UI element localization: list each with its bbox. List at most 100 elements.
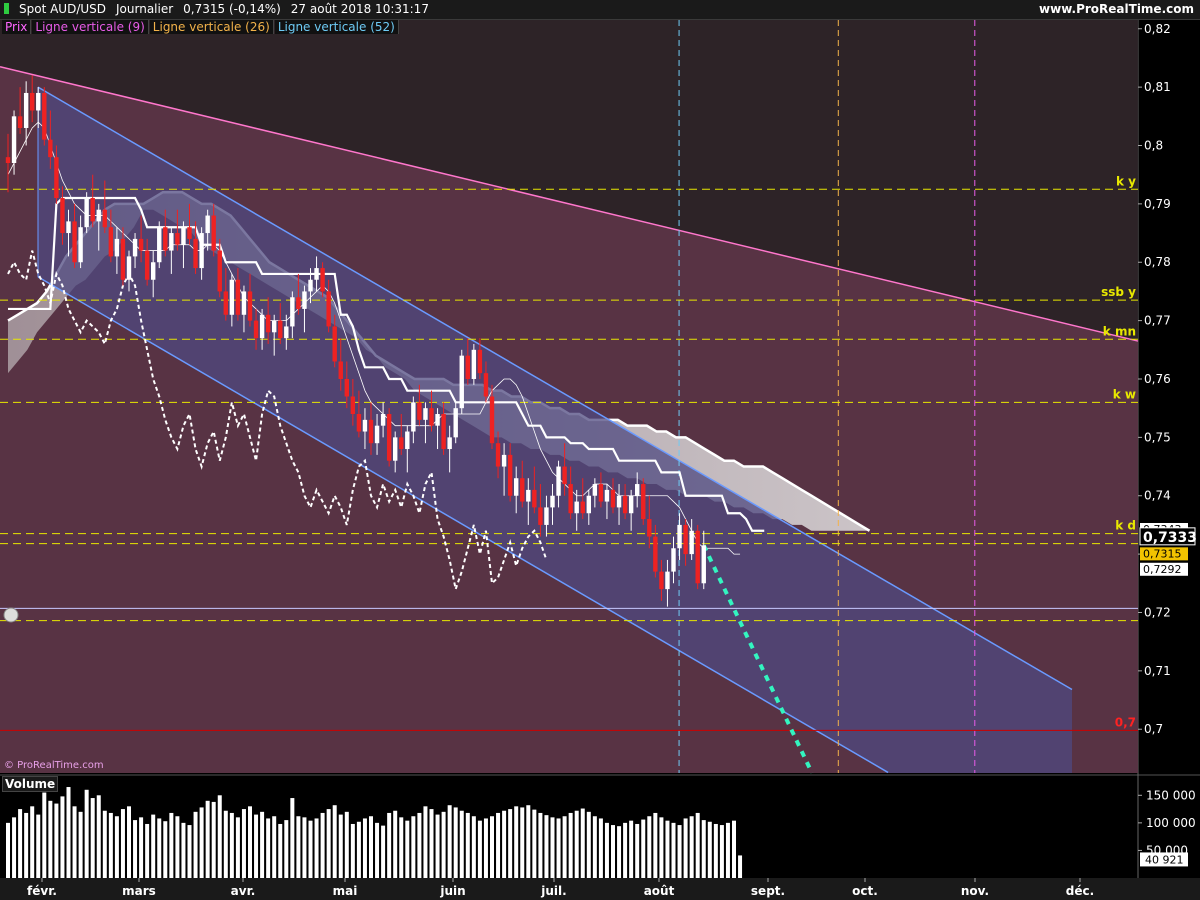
candle-body[interactable]: [169, 233, 174, 251]
candle-body[interactable]: [144, 250, 150, 280]
candle-body[interactable]: [671, 548, 676, 572]
candle-body[interactable]: [538, 507, 543, 525]
candle-body[interactable]: [350, 396, 356, 415]
candle-body[interactable]: [580, 501, 585, 514]
candle-body[interactable]: [568, 484, 573, 514]
candle-body[interactable]: [229, 279, 235, 315]
candle-body[interactable]: [126, 256, 132, 280]
candle-body[interactable]: [320, 268, 325, 292]
candle-body[interactable]: [441, 414, 446, 450]
candle-body[interactable]: [532, 489, 537, 508]
candle-body[interactable]: [332, 326, 337, 362]
candle-body[interactable]: [592, 484, 598, 496]
site-link[interactable]: www.ProRealTime.com: [1039, 0, 1194, 19]
candle-body[interactable]: [175, 233, 180, 245]
candle-body[interactable]: [259, 314, 265, 339]
candle-body[interactable]: [550, 495, 555, 508]
candle-body[interactable]: [689, 530, 694, 555]
candle-body[interactable]: [326, 291, 331, 327]
candle-body[interactable]: [199, 233, 204, 269]
candle-body[interactable]: [296, 297, 301, 309]
candle-body[interactable]: [308, 279, 313, 292]
candle-body[interactable]: [205, 215, 210, 234]
candle-body[interactable]: [138, 238, 144, 251]
candle-body[interactable]: [5, 157, 11, 164]
candle-body[interactable]: [265, 314, 271, 333]
candle-body[interactable]: [108, 227, 114, 257]
candle-body[interactable]: [36, 92, 41, 111]
candle-body[interactable]: [459, 355, 464, 409]
candle-body[interactable]: [586, 495, 591, 514]
candle-body[interactable]: [514, 478, 519, 496]
legend-vline-9[interactable]: Ligne verticale (9): [32, 20, 149, 34]
candle-body[interactable]: [163, 227, 168, 251]
candle-body[interactable]: [628, 495, 634, 514]
candle-body[interactable]: [72, 221, 77, 263]
candle-body[interactable]: [610, 489, 616, 508]
candle-body[interactable]: [616, 495, 622, 508]
candle-body[interactable]: [187, 227, 192, 239]
candle-body[interactable]: [399, 437, 404, 450]
candle-body[interactable]: [526, 489, 531, 502]
candle-body[interactable]: [48, 139, 53, 158]
candle-body[interactable]: [405, 431, 410, 450]
candle-body[interactable]: [701, 545, 706, 584]
candle-body[interactable]: [284, 326, 289, 339]
candle-body[interactable]: [151, 262, 156, 280]
candle-body[interactable]: [507, 454, 513, 496]
candle-body[interactable]: [483, 373, 489, 397]
candle-body[interactable]: [477, 349, 483, 374]
candle-body[interactable]: [622, 495, 628, 514]
legend-prix[interactable]: Prix: [2, 20, 32, 34]
candle-body[interactable]: [544, 507, 549, 525]
candle-body[interactable]: [30, 92, 35, 111]
candle-body[interactable]: [495, 443, 501, 467]
candle-body[interactable]: [471, 349, 477, 379]
candle-body[interactable]: [489, 396, 495, 444]
candle-body[interactable]: [253, 320, 259, 339]
candle-body[interactable]: [235, 279, 241, 315]
candle-body[interactable]: [278, 320, 283, 339]
candle-body[interactable]: [302, 291, 307, 309]
candle-body[interactable]: [84, 198, 89, 228]
alarm-icon[interactable]: [3, 607, 19, 623]
candle-body[interactable]: [338, 361, 343, 379]
candle-body[interactable]: [356, 414, 362, 432]
candle-body[interactable]: [659, 571, 664, 590]
candle-body[interactable]: [417, 402, 422, 420]
candle-body[interactable]: [90, 198, 95, 222]
candle-body[interactable]: [435, 414, 440, 426]
candle-body[interactable]: [683, 524, 688, 555]
candle-body[interactable]: [23, 92, 29, 128]
candle-body[interactable]: [314, 268, 319, 280]
candle-body[interactable]: [211, 215, 216, 251]
candle-body[interactable]: [181, 227, 186, 245]
candle-body[interactable]: [102, 209, 107, 228]
candle-body[interactable]: [362, 419, 368, 432]
candle-body[interactable]: [60, 198, 65, 234]
candle-body[interactable]: [223, 291, 228, 315]
candle-body[interactable]: [604, 489, 610, 502]
candle-body[interactable]: [120, 238, 126, 280]
candle-body[interactable]: [465, 355, 470, 379]
candle-body[interactable]: [374, 425, 380, 444]
candle-body[interactable]: [193, 238, 198, 269]
candle-body[interactable]: [217, 250, 222, 292]
candle-body[interactable]: [520, 478, 525, 502]
candle-body[interactable]: [598, 484, 604, 502]
candle-body[interactable]: [447, 437, 452, 450]
candle-body[interactable]: [574, 501, 579, 514]
candle-body[interactable]: [501, 454, 507, 467]
candle-body[interactable]: [54, 157, 59, 199]
candle-body[interactable]: [647, 519, 652, 537]
candle-body[interactable]: [114, 238, 120, 257]
candle-body[interactable]: [11, 116, 17, 164]
candle-body[interactable]: [393, 437, 398, 461]
candle-body[interactable]: [272, 320, 277, 333]
legend-vline-52[interactable]: Ligne verticale (52): [274, 20, 399, 34]
candle-body[interactable]: [66, 221, 71, 234]
price-chart[interactable]: k y ssb y k mn k w k d 0,7 0,82 0,81 0,8 0,79 0,7…: [0, 0, 1200, 900]
candle-body[interactable]: [157, 227, 162, 263]
candle-body[interactable]: [17, 116, 23, 128]
candle-body[interactable]: [344, 378, 349, 397]
